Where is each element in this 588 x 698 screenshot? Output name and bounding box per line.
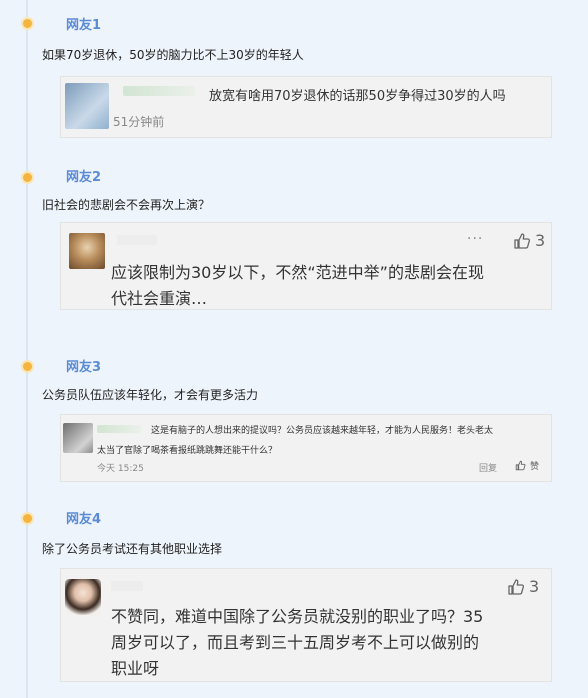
thumbs-up-icon: [515, 460, 526, 471]
blurred-username: [111, 581, 143, 591]
timeline-dot: [21, 171, 34, 184]
avatar[interactable]: [63, 423, 93, 453]
reply-text-line: 周岁可以了，而且考到三十五周岁考不上可以做别的: [111, 633, 480, 652]
comment-text: 如果70岁退休，50岁的脑力比不上30岁的年轻人: [42, 48, 304, 62]
reply-button[interactable]: 回复: [479, 461, 497, 474]
commenter-name[interactable]: 网友4: [66, 508, 101, 527]
like-count: 3: [535, 231, 546, 250]
comment-text: 旧社会的悲剧会不会再次上演？: [42, 198, 211, 212]
reply-text-line: 应该限制为30岁以下，不然“范进中举”的悲剧会在现: [111, 263, 484, 282]
avatar[interactable]: [65, 83, 109, 129]
commenter-name[interactable]: 网友3: [66, 356, 101, 375]
like-count: 3: [529, 577, 540, 596]
timeline-dot: [21, 17, 34, 30]
comment-text: 公务员队伍应该年轻化，才会有更多活力: [42, 388, 259, 402]
reply-text-line: 这是有脑子的人想出来的提议吗？公务员应该越来越年轻，才能为人民服务！老头老太: [151, 426, 494, 436]
reply-time: 51分钟前: [113, 115, 165, 129]
reply-text-line: 太当了官除了喝茶看报纸跳跳舞还能干什么？: [97, 446, 278, 456]
reply-text: 放宽有啥用70岁退休的话那50岁争得过30岁的人吗: [209, 89, 506, 104]
avatar[interactable]: [65, 579, 101, 615]
blurred-username: [97, 425, 141, 433]
like-button[interactable]: 3: [507, 577, 539, 596]
timeline-line: [26, 0, 28, 698]
reply-card: 3 不赞同，难道中国除了公务员就没别的职业了吗？35 周岁可以了，而且考到三十五…: [60, 568, 552, 682]
more-icon[interactable]: ···: [467, 231, 483, 247]
like-button[interactable]: 赞: [515, 459, 539, 472]
comment-text: 除了公务员考试还有其他职业选择: [42, 542, 223, 556]
commenter-name[interactable]: 网友2: [66, 166, 101, 185]
commenter-name[interactable]: 网友1: [66, 14, 101, 33]
reply-card: ··· 3 应该限制为30岁以下，不然“范进中举”的悲剧会在现 代社会重演…: [60, 222, 552, 310]
reply-text-line: 职业呀: [111, 659, 160, 678]
timeline-dot: [21, 360, 34, 373]
thumbs-up-icon: [508, 578, 525, 595]
like-button[interactable]: 3: [513, 231, 545, 250]
reply-card: 放宽有啥用70岁退休的话那50岁争得过30岁的人吗 51分钟前: [60, 76, 552, 138]
thumbs-up-icon: [514, 232, 531, 249]
like-label: 赞: [530, 462, 540, 472]
avatar[interactable]: [69, 233, 105, 269]
reply-text-line: 不赞同，难道中国除了公务员就没别的职业了吗？35: [111, 607, 484, 626]
blurred-username: [123, 86, 195, 96]
timeline-dot: [21, 512, 34, 525]
reply-card: 这是有脑子的人想出来的提议吗？公务员应该越来越年轻，才能为人民服务！老头老太 太…: [60, 414, 552, 482]
reply-time: 今天 15:25: [97, 464, 144, 474]
blurred-username: [117, 235, 157, 245]
reply-text-line: 代社会重演…: [111, 289, 208, 308]
